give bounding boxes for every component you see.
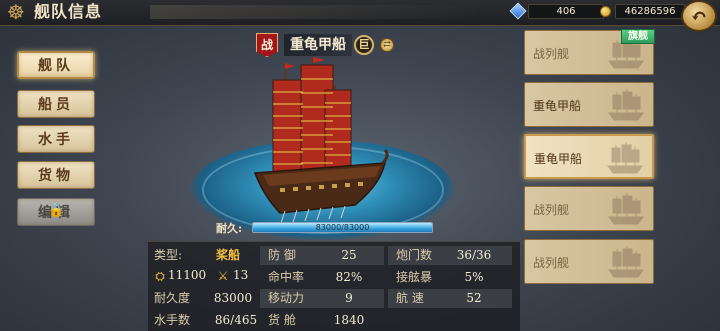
stat-accuracy-value: 82% xyxy=(335,270,363,284)
ship-card-name: 战列舰 xyxy=(533,203,570,217)
gem-count: 406 xyxy=(528,3,604,19)
ship-name-row: 战 重龟甲船 巨 ⇄ xyxy=(256,32,394,58)
stat-melee-value: 13 xyxy=(233,268,249,282)
back-button[interactable]: ↶ xyxy=(681,0,717,32)
stat-mobility-label: 移动力 xyxy=(268,291,305,305)
stat-sailors-value: 86/465 xyxy=(214,313,258,327)
stat-mobility-value: 9 xyxy=(345,291,353,305)
ship-card-name: 战列舰 xyxy=(533,256,570,270)
ship-card[interactable]: 战列舰 旗舰 xyxy=(524,29,655,75)
flagship-tag: 旗舰 xyxy=(621,29,655,44)
swap-icon[interactable]: ⇄ xyxy=(380,38,394,52)
stats-panel: 类型: 桨船 ⛭ 11100 ⚔ 13 耐久度 83000 水手数 86/465… xyxy=(148,241,520,331)
stat-speed-label: 航 速 xyxy=(396,291,424,305)
durability-bar: 83000/83000 xyxy=(252,222,433,233)
durability-label: 耐久: xyxy=(216,222,243,235)
stat-gunports-value: 36/36 xyxy=(456,248,492,262)
ship-card-name: 重龟甲船 xyxy=(534,152,583,166)
ship-card-name: 战列舰 xyxy=(533,47,570,61)
tab-cargo[interactable]: 货物 xyxy=(17,161,95,189)
tab-sailors[interactable]: 水手 xyxy=(17,125,95,153)
gem-resource: 406 xyxy=(509,2,604,20)
tab-fleet[interactable]: 舰队 xyxy=(17,51,95,79)
ship-silhouette-icon xyxy=(608,89,644,121)
stat-accuracy-label: 命中率 xyxy=(268,270,305,284)
lock-icon: 🔒 xyxy=(48,203,69,218)
stat-boarding-value: 5% xyxy=(464,270,484,284)
gold-resource: 46286596 xyxy=(600,3,685,19)
stat-cargo-label: 货 舱 xyxy=(268,313,296,327)
stat-type-label: 类型: xyxy=(154,248,183,262)
cannon-icon: ⛭ xyxy=(155,269,165,283)
title-decoration xyxy=(150,5,480,19)
ship-card[interactable]: 战列舰 xyxy=(524,239,654,284)
gem-icon xyxy=(509,2,527,20)
ship-card[interactable]: 重龟甲船 xyxy=(524,82,654,127)
gold-count: 46286596 xyxy=(615,3,685,19)
stat-sailors-label: 水手数 xyxy=(154,313,191,327)
ship-silhouette-icon xyxy=(608,193,644,225)
crossed-swords-icon: ⚔ xyxy=(217,269,229,283)
stat-durability-label: 耐久度 xyxy=(154,291,191,305)
stat-durability-value: 83000 xyxy=(213,291,253,305)
stat-speed-value: 52 xyxy=(466,291,482,305)
stat-type-value: 桨船 xyxy=(215,248,240,262)
battle-badge: 战 xyxy=(256,33,278,57)
stat-defense-value: 25 xyxy=(341,248,357,262)
tab-locked[interactable]: 编辑 🔒 xyxy=(17,198,95,226)
ship-model[interactable] xyxy=(185,55,460,235)
stat-cannon-value: 11100 xyxy=(168,268,207,282)
stat-boarding-label: 接舷暴 xyxy=(396,270,433,284)
ship-card-selected[interactable]: 重龟甲船 xyxy=(524,134,654,179)
stat-defense-label: 防 御 xyxy=(268,248,296,262)
ship-wheel-icon: ☸ xyxy=(7,0,25,24)
durability-text: 83000/83000 xyxy=(315,223,370,232)
size-badge: 巨 xyxy=(354,35,374,55)
page-title: 舰队信息 xyxy=(34,2,103,21)
ship-card-name: 重龟甲船 xyxy=(533,99,582,113)
tab-crew[interactable]: 船员 xyxy=(17,90,95,118)
ship-silhouette-icon xyxy=(607,142,643,174)
ship-silhouette-icon xyxy=(608,246,644,278)
gold-coin-icon xyxy=(600,5,611,17)
stat-gunports-label: 炮门数 xyxy=(396,248,433,262)
top-bar: ☸ 舰队信息 406 46286596 xyxy=(0,0,720,26)
ship-card[interactable]: 战列舰 xyxy=(524,186,654,231)
ship-name: 重龟甲船 xyxy=(284,34,352,56)
stat-cargo-value: 1840 xyxy=(333,313,365,327)
